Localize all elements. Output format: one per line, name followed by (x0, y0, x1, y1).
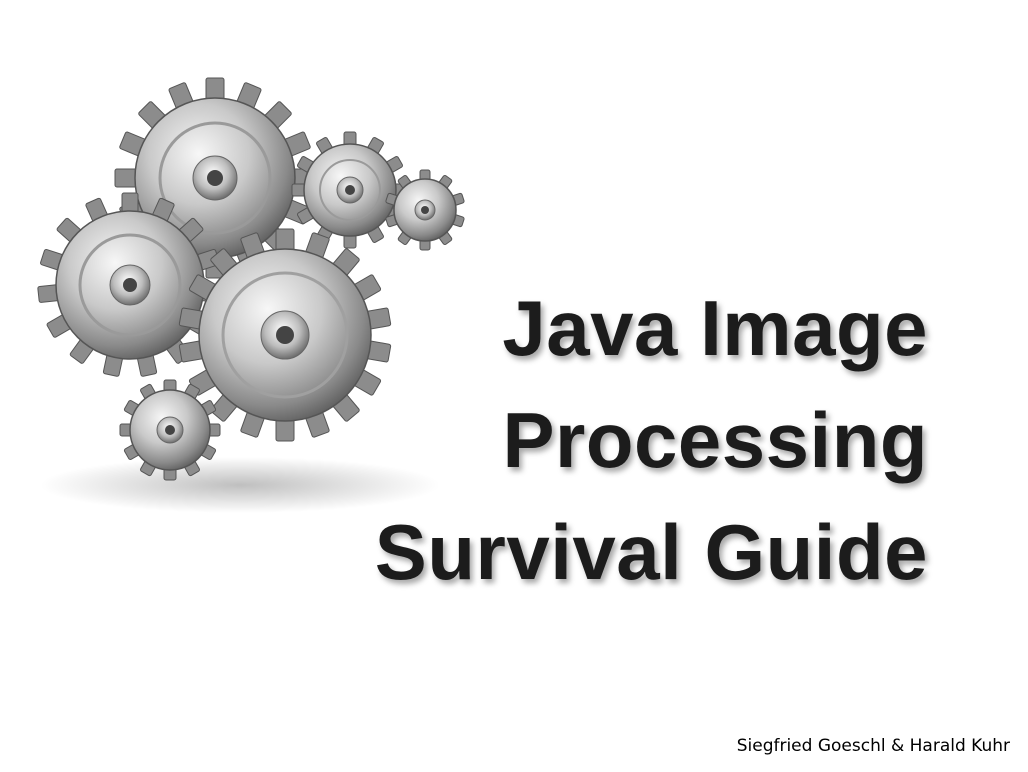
slide-title: Java Image Processing Survival Guide (375, 272, 928, 608)
slide: Java Image Processing Survival Guide Sie… (0, 0, 1028, 772)
title-line-2: Processing (502, 396, 928, 484)
authors-credit: Siegfried Goeschl & Harald Kuhr (736, 736, 1010, 756)
title-line-3: Survival Guide (374, 508, 928, 596)
title-line-1: Java Image (502, 284, 928, 372)
